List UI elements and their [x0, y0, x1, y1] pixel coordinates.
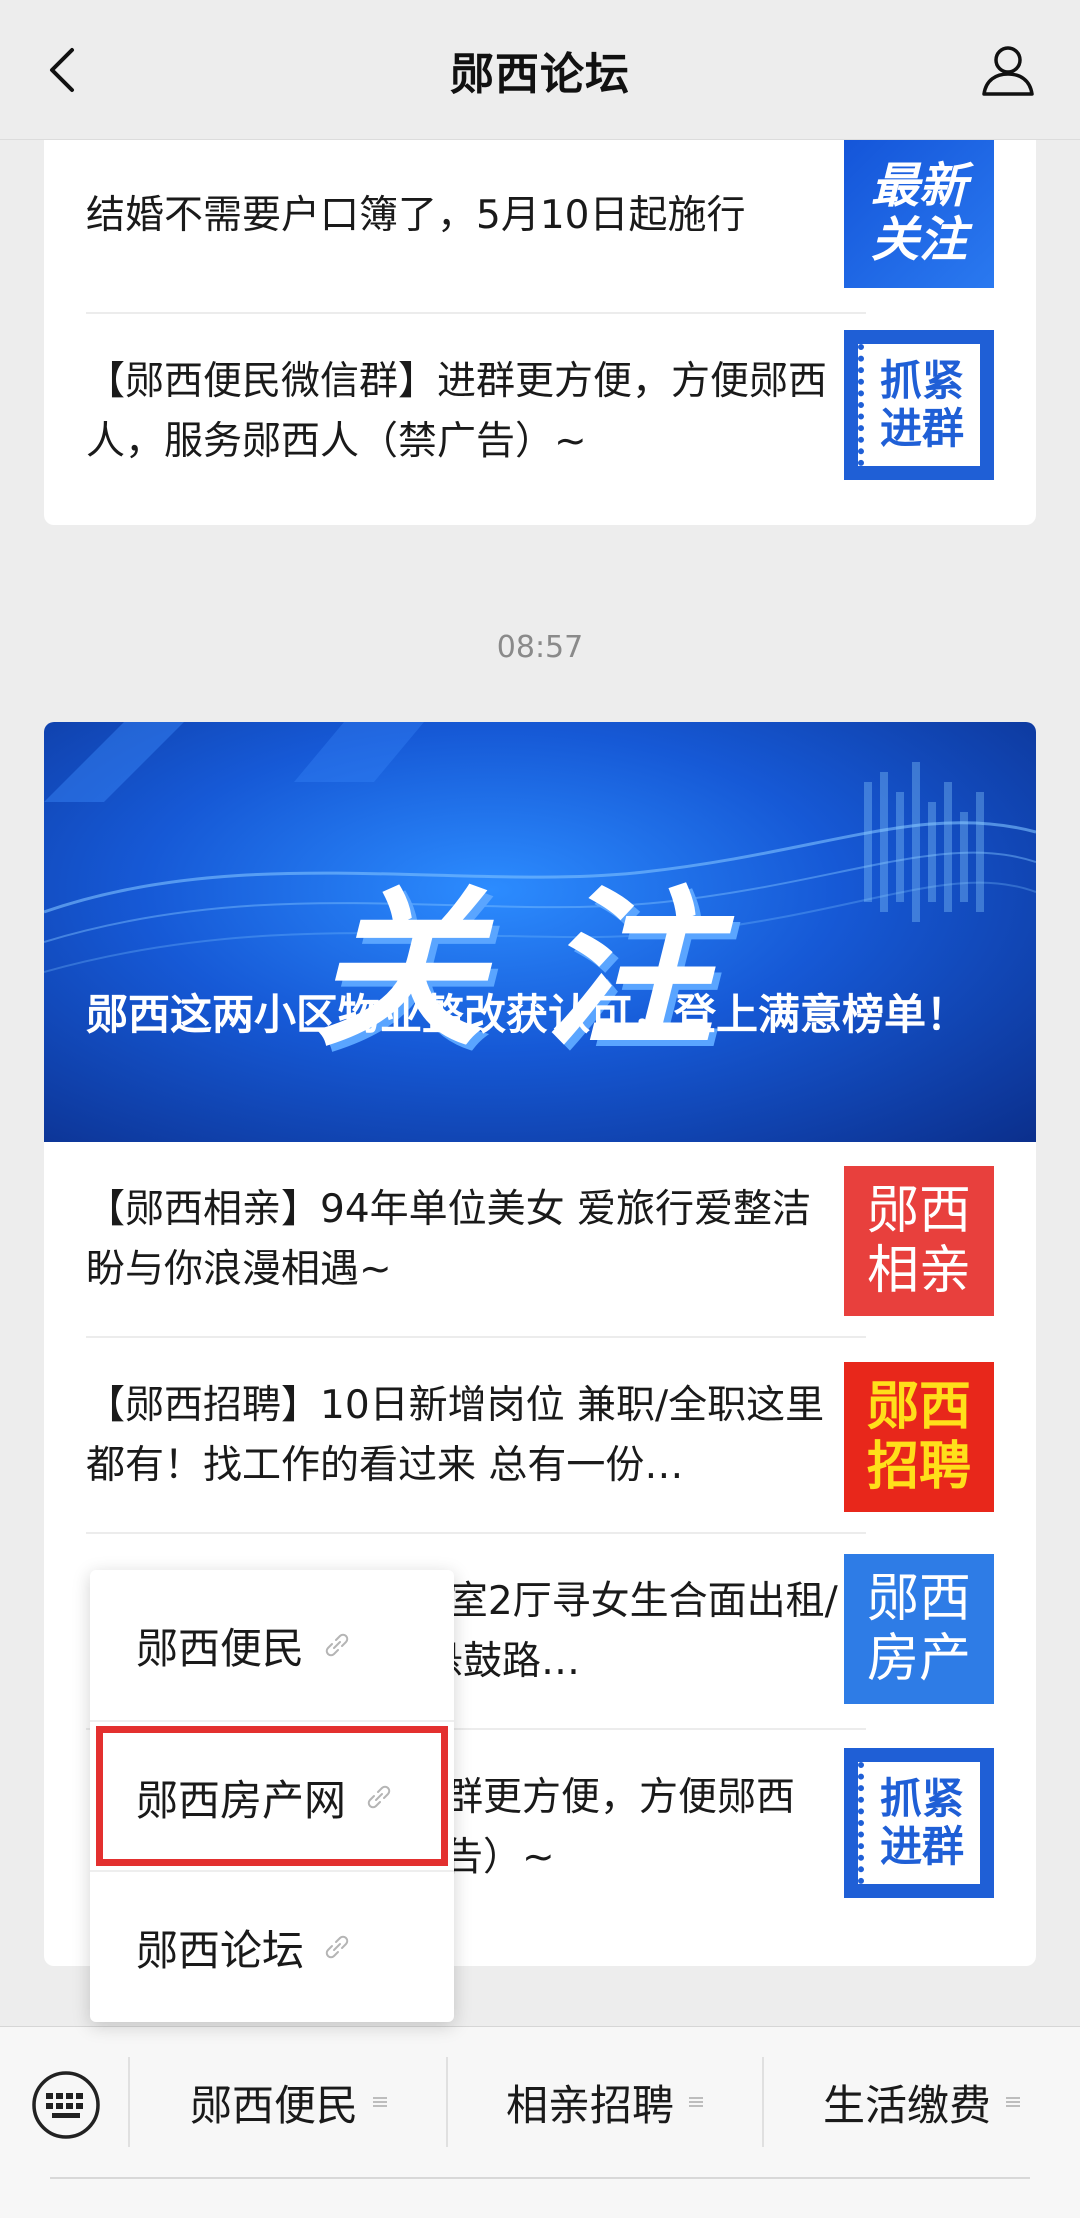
submenu-item-label: 郧西房产网 — [136, 1775, 347, 1825]
home-indicator — [50, 2177, 1030, 2179]
article-row[interactable]: 【郧西便民微信群】进群更方便，方便郧西人，服务郧西人（禁广告）~ 抓紧 进群 — [44, 314, 1036, 510]
article-thumbnail: 郧西 房产 — [844, 1554, 994, 1704]
message-timestamp: 08:57 — [496, 630, 584, 665]
back-arrow-icon[interactable] — [34, 40, 94, 100]
thumbnail-text: 郧西 房产 — [866, 1569, 971, 1689]
page-title: 郧西论坛 — [450, 48, 630, 100]
submenu-item-label: 郧西论坛 — [136, 1925, 305, 1975]
article-title: 3室2厅寻女生合面出租/悬鼓路… — [424, 1579, 838, 1684]
keyboard-icon[interactable] — [30, 2069, 102, 2141]
thumbnail-text: 最新 关注 — [870, 158, 967, 268]
submenu-popup: 郧西便民 郧西房产网 郧西论坛 — [90, 1570, 454, 2022]
tab-divider — [128, 2057, 130, 2147]
submenu-item-bianmin[interactable]: 郧西便民 — [90, 1570, 454, 1720]
thumbnail-text: 抓紧 进群 — [879, 1774, 964, 1871]
link-icon — [367, 1785, 391, 1809]
profile-icon[interactable] — [976, 38, 1040, 102]
menu-lines-icon — [1006, 2097, 1020, 2107]
article-thumbnail: 抓紧 进群 — [844, 1748, 994, 1898]
article-thumbnail: 郧西 相亲 — [844, 1166, 994, 1316]
article-title: 【郧西招聘】10日新增岗位 兼职/全职这里都有！找工作的看过来 总有一份… — [86, 1383, 825, 1488]
bottom-menu-bar: 郧西便民 相亲招聘 生活缴费 — [0, 2026, 1080, 2218]
submenu-item-fangchan[interactable]: 郧西房产网 — [90, 1722, 454, 1872]
article-row[interactable]: 【郧西相亲】94年单位美女 爱旅行爱整洁 盼与你浪漫相遇~ 郧西 相亲 — [44, 1142, 1036, 1338]
banner-article[interactable]: 关注 郧西这两小区物业整改获认可，登上满意榜单！ — [44, 722, 1036, 1142]
tab-shenghuo[interactable]: 生活缴费 — [764, 2027, 1080, 2177]
menu-lines-icon — [689, 2097, 703, 2107]
tab-xiangqin[interactable]: 相亲招聘 — [448, 2027, 762, 2177]
thumbnail-text: 郧西 招聘 — [866, 1377, 971, 1497]
submenu-item-label: 郧西便民 — [136, 1623, 305, 1673]
tab-label: 生活缴费 — [822, 2080, 991, 2130]
link-icon — [325, 1633, 349, 1657]
article-title: 群更方便，方便郧西告）~ — [444, 1775, 796, 1880]
article-thumbnail: 抓紧 进群 — [844, 330, 994, 480]
article-title: 【郧西相亲】94年单位美女 爱旅行爱整洁 盼与你浪漫相遇~ — [86, 1187, 812, 1292]
tab-bianmin[interactable]: 郧西便民 — [132, 2027, 446, 2177]
article-row[interactable]: 结婚不需要户口簿了，5月10日起施行 最新 关注 — [44, 118, 1036, 314]
tab-label: 郧西便民 — [189, 2080, 358, 2130]
article-row[interactable]: 【郧西招聘】10日新增岗位 兼职/全职这里都有！找工作的看过来 总有一份… 郧西… — [44, 1338, 1036, 1534]
article-title: 结婚不需要户口簿了，5月10日起施行 — [86, 193, 746, 238]
message-card-1: 结婚不需要户口簿了，5月10日起施行 最新 关注 【郧西便民微信群】进群更方便，… — [44, 118, 1036, 525]
thumbnail-text: 抓紧 进群 — [879, 356, 964, 453]
submenu-item-luntan[interactable]: 郧西论坛 — [90, 1872, 454, 2022]
menu-lines-icon — [373, 2097, 387, 2107]
banner-headline: 郧西这两小区物业整改获认可，登上满意榜单！ — [86, 990, 969, 1039]
article-title: 【郧西便民微信群】进群更方便，方便郧西人，服务郧西人（禁广告）~ — [86, 359, 828, 464]
article-thumbnail: 郧西 招聘 — [844, 1362, 994, 1512]
article-thumbnail: 最新 关注 — [844, 138, 994, 288]
nav-header: 郧西论坛 — [0, 0, 1080, 140]
thumbnail-text: 郧西 相亲 — [866, 1181, 971, 1301]
link-icon — [325, 1935, 349, 1959]
tab-label: 相亲招聘 — [505, 2080, 674, 2130]
